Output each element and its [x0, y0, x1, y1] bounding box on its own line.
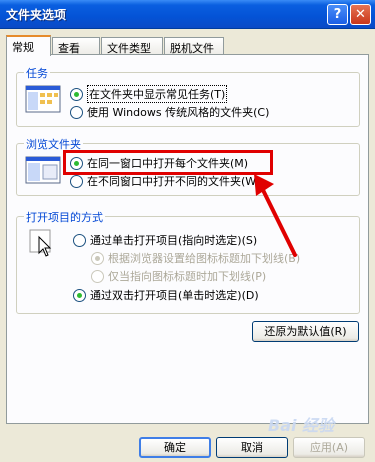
radio-button[interactable] [73, 233, 86, 247]
browse-folder-icon [25, 156, 61, 187]
tasks-legend: 任务 [24, 65, 50, 81]
tab-file-types[interactable]: 文件类型 [101, 37, 163, 55]
open-legend: 打开项目的方式 [24, 209, 105, 225]
pointer-icon [29, 229, 59, 262]
ok-button[interactable]: 确定 [139, 437, 211, 458]
apply-button: 应用(A) [293, 437, 365, 458]
open-option-single-click[interactable]: 通过单击打开项目(指向时选定)(S) [73, 232, 257, 248]
radio-label: 通过单击打开项目(指向时选定)(S) [90, 234, 258, 247]
radio-button[interactable] [70, 174, 83, 188]
tab-view[interactable]: 查看 [52, 37, 100, 55]
window-title: 文件夹选项 [6, 8, 67, 22]
close-button[interactable]: ✕ [350, 4, 371, 25]
cancel-button[interactable]: 取消 [216, 437, 288, 458]
tab-panel-general: 任务 在文件夹中显示常见任务(T) 使用 Windows 传统风格的文件夹(C)… [6, 54, 369, 424]
restore-defaults-button[interactable]: 还原为默认值(R) [252, 321, 359, 342]
radio-button [91, 269, 104, 283]
tab-strip: 常规 查看 文件类型 脱机文件 [6, 35, 369, 56]
title-bar: 文件夹选项 ? ✕ [0, 0, 375, 29]
tasks-folder-icon [25, 85, 61, 116]
tab-general[interactable]: 常规 [6, 35, 51, 56]
annotation-highlight-box [63, 150, 273, 175]
radio-label: 通过双击打开项目(单击时选定)(D) [90, 289, 259, 302]
tasks-option-classic[interactable]: 使用 Windows 传统风格的文件夹(C) [70, 104, 269, 120]
open-option-double-click[interactable]: 通过双击打开项目(单击时选定)(D) [73, 287, 259, 303]
radio-button[interactable] [70, 105, 83, 119]
browse-option-new-window[interactable]: 在不同窗口中打开不同的文件夹(W) [70, 173, 260, 189]
tasks-group: 任务 在文件夹中显示常见任务(T) 使用 Windows 传统风格的文件夹(C) [16, 65, 360, 127]
radio-button[interactable] [70, 87, 83, 101]
radio-label: 仅当指向图标标题时加下划线(P) [108, 270, 267, 283]
tab-offline-files[interactable]: 脱机文件 [164, 37, 224, 55]
radio-label: 在不同窗口中打开不同的文件夹(W) [87, 175, 261, 188]
help-button[interactable]: ? [327, 4, 348, 25]
radio-button [91, 251, 104, 265]
radio-button[interactable] [73, 288, 86, 302]
watermark: Bai 经验 [268, 416, 335, 435]
open-option-hover-underline: 仅当指向图标标题时加下划线(P) [91, 268, 266, 284]
tasks-option-show-common[interactable]: 在文件夹中显示常见任务(T) [70, 85, 228, 103]
annotation-arrow-icon [254, 174, 297, 257]
radio-label: 使用 Windows 传统风格的文件夹(C) [87, 106, 270, 119]
radio-label: 在文件夹中显示常见任务(T) [87, 85, 228, 103]
